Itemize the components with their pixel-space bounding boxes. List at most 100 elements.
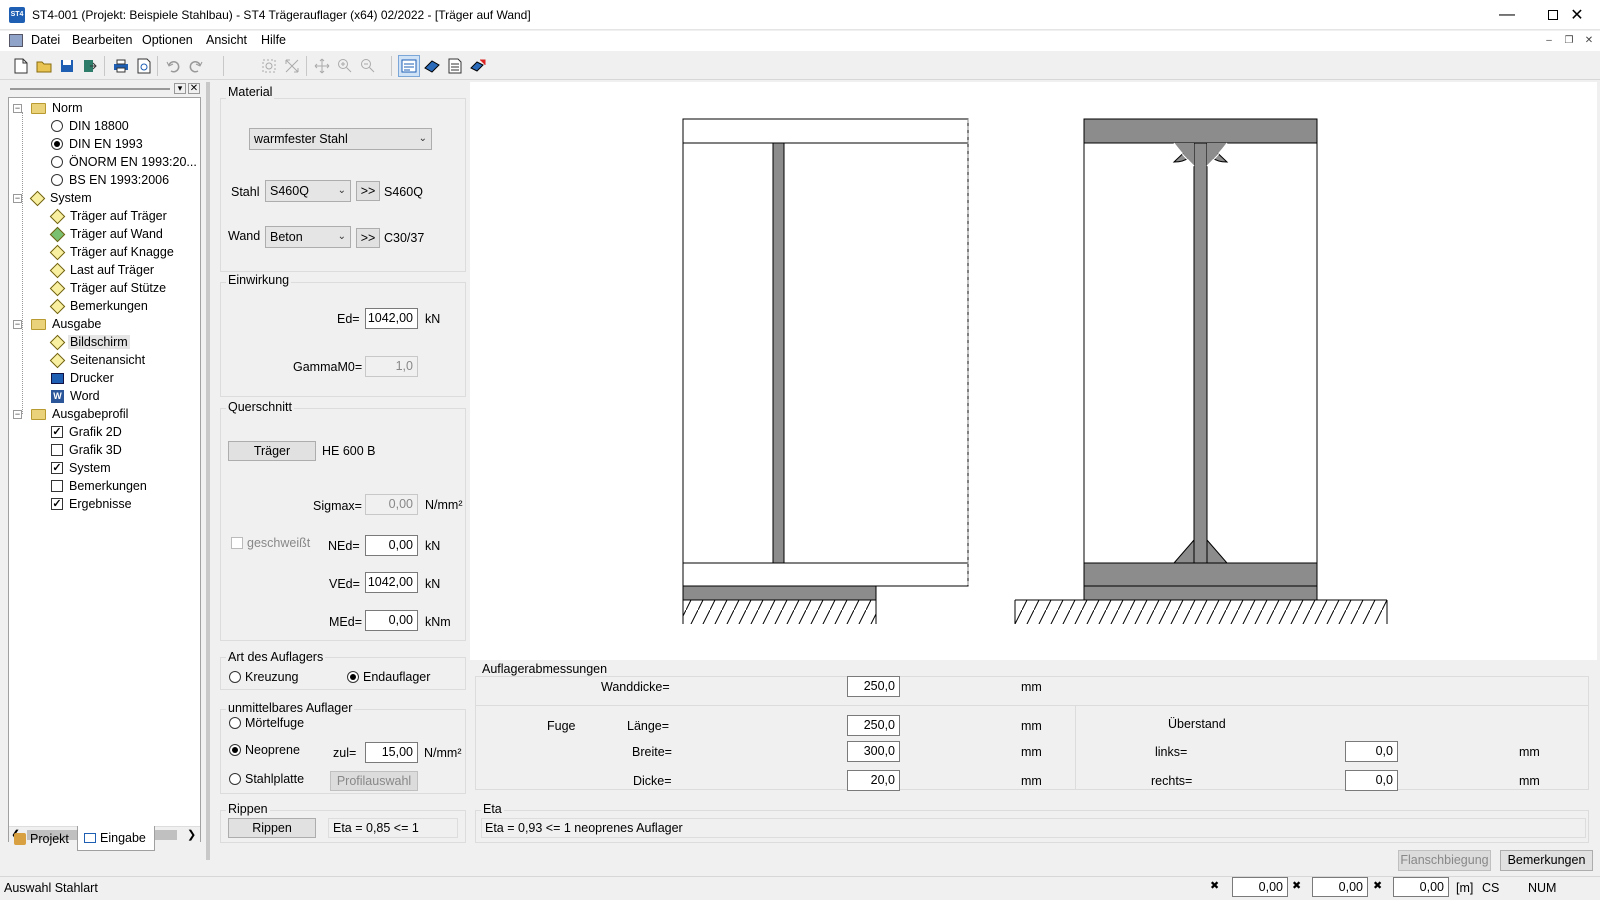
mdi-close-icon[interactable]: ✕ — [1580, 34, 1598, 48]
stahl-select[interactable]: S460Q ⌄ — [265, 180, 351, 202]
tree-item-traeger-auf-knagge[interactable]: Träger auf Knagge — [49, 243, 176, 261]
traeger-button[interactable]: Träger — [228, 441, 316, 461]
graphic-3d-icon[interactable] — [421, 55, 443, 77]
export-icon[interactable] — [79, 55, 101, 77]
sigmax-input[interactable]: 0,00 — [365, 494, 418, 515]
scroll-right-icon[interactable]: ❯ — [187, 828, 196, 841]
checkbox-checked-icon[interactable]: ✓ — [51, 498, 63, 510]
tree-node-ausgabe[interactable]: Ausgabe — [31, 315, 103, 333]
tree-item-traeger-auf-traeger[interactable]: Träger auf Träger — [49, 207, 169, 225]
checkbox-checked-icon[interactable]: ✓ — [51, 462, 63, 474]
print-preview-icon[interactable] — [133, 55, 155, 77]
gamma-input[interactable]: 1,0 — [365, 356, 418, 377]
flanschbiegung-button[interactable]: Flanschbiegung — [1398, 850, 1491, 871]
collapse-icon[interactable]: − — [13, 320, 22, 329]
tree-item-profil-bemerkungen[interactable]: Bemerkungen — [51, 477, 149, 495]
tree-item-din-18800[interactable]: DIN 18800 — [51, 117, 131, 135]
graphic-export-icon[interactable] — [467, 55, 489, 77]
checkbox-icon[interactable] — [51, 444, 63, 456]
tree-item-din-en-1993[interactable]: DIN EN 1993 — [51, 135, 145, 153]
print-icon[interactable] — [110, 55, 132, 77]
pane-grip[interactable] — [10, 88, 170, 90]
tree-item-bs-en[interactable]: BS EN 1993:2006 — [51, 171, 171, 189]
wand-select[interactable]: Beton ⌄ — [265, 226, 351, 248]
mdi-restore-icon[interactable]: ❐ — [1560, 34, 1578, 48]
menu-bearbeiten[interactable]: Bearbeiten — [72, 33, 132, 47]
minimize-icon[interactable]: — — [1484, 0, 1530, 30]
tab-eingabe[interactable]: Eingabe — [77, 826, 155, 851]
ed-input[interactable]: 1042,00 — [365, 308, 418, 329]
pane-close-icon[interactable]: ✕ — [188, 83, 200, 94]
divider — [475, 705, 1589, 706]
save-icon[interactable] — [56, 55, 78, 77]
ned-input[interactable]: 0,00 — [365, 535, 418, 556]
wanddicke-input[interactable]: 250,0 — [847, 676, 900, 697]
tree-item-grafik-2d[interactable]: ✓ Grafik 2D — [51, 423, 124, 441]
collapse-icon[interactable]: − — [13, 194, 22, 203]
links-input[interactable]: 0,0 — [1345, 741, 1398, 762]
tree-item-profil-system[interactable]: ✓ System — [51, 459, 113, 477]
input-mask-icon[interactable] — [398, 55, 420, 77]
zul-label: zul= — [333, 746, 357, 760]
document-icon[interactable] — [444, 55, 466, 77]
checkbox-checked-icon[interactable]: ✓ — [51, 426, 63, 438]
tree-item-grafik-3d[interactable]: Grafik 3D — [51, 441, 124, 459]
zul-input[interactable]: 15,00 — [365, 742, 418, 763]
tree-item-bemerkungen[interactable]: Bemerkungen — [49, 297, 150, 315]
profilauswahl-button[interactable]: Profilauswahl — [330, 771, 418, 791]
tree-node-ausgabeprofil[interactable]: Ausgabeprofil — [31, 405, 130, 423]
breite-input[interactable]: 300,0 — [847, 741, 900, 762]
redo-icon[interactable] — [185, 55, 207, 77]
close-icon[interactable]: ✕ — [1554, 0, 1600, 30]
neoprene-radio[interactable]: Neoprene — [229, 743, 300, 757]
geschweisst-checkbox[interactable]: geschweißt — [231, 536, 310, 550]
rippen-button[interactable]: Rippen — [228, 818, 316, 838]
endauflager-radio[interactable]: Endauflager — [347, 670, 430, 684]
menu-optionen[interactable]: Optionen — [142, 33, 193, 47]
open-folder-icon[interactable] — [33, 55, 55, 77]
tree-item-last-auf-traeger[interactable]: Last auf Träger — [49, 261, 156, 279]
pan-icon[interactable] — [311, 55, 333, 77]
collapse-icon[interactable]: − — [13, 410, 22, 419]
tree-item-traeger-auf-wand[interactable]: Träger auf Wand — [49, 225, 165, 243]
tab-projekt[interactable]: Projekt — [8, 826, 76, 851]
menu-hilfe[interactable]: Hilfe — [261, 33, 286, 47]
stahl-details-button[interactable]: >> — [356, 181, 380, 201]
material-type-select[interactable]: warmfester Stahl ⌄ — [249, 128, 432, 150]
bemerkungen-button[interactable]: Bemerkungen — [1500, 850, 1593, 871]
checkbox-icon[interactable] — [51, 480, 63, 492]
tree-item-seitenansicht[interactable]: Seitenansicht — [49, 351, 147, 369]
ved-label: VEd= — [329, 577, 360, 591]
med-input[interactable]: 0,00 — [365, 610, 418, 631]
tree-node-system[interactable]: System — [29, 189, 94, 207]
stahlplatte-radio[interactable]: Stahlplatte — [229, 772, 304, 786]
zoom-out-icon[interactable] — [357, 55, 379, 77]
tree-item-oenorm[interactable]: ÖNORM EN 1993:20... — [51, 153, 199, 171]
graphic-canvas[interactable] — [470, 82, 1597, 660]
menu-datei[interactable]: Datei — [31, 33, 60, 47]
tree-item-traeger-auf-stuetze[interactable]: Träger auf Stütze — [49, 279, 168, 297]
dicke-input[interactable]: 20,0 — [847, 770, 900, 791]
window-title: ST4-001 (Projekt: Beispiele Stahlbau) - … — [32, 8, 531, 22]
ved-input[interactable]: 1042,00 — [365, 572, 418, 593]
tree-node-norm[interactable]: Norm — [31, 99, 85, 117]
zoom-in-icon[interactable] — [334, 55, 356, 77]
splitter[interactable] — [206, 82, 210, 860]
tree-item-drucker[interactable]: Drucker — [51, 369, 116, 387]
wand-details-button[interactable]: >> — [356, 228, 380, 248]
collapse-icon[interactable]: − — [13, 104, 22, 113]
laenge-input[interactable]: 250,0 — [847, 715, 900, 736]
rechts-input[interactable]: 0,0 — [1345, 770, 1398, 791]
undo-icon[interactable] — [162, 55, 184, 77]
tree-item-word[interactable]: W Word — [51, 387, 102, 405]
zoom-window-icon[interactable] — [258, 55, 280, 77]
menu-ansicht[interactable]: Ansicht — [206, 33, 247, 47]
tree-item-ergebnisse[interactable]: ✓ Ergebnisse — [51, 495, 134, 513]
new-file-icon[interactable] — [10, 55, 32, 77]
zoom-extents-icon[interactable] — [281, 55, 303, 77]
kreuzung-radio[interactable]: Kreuzung — [229, 670, 299, 684]
tree-item-bildschirm[interactable]: Bildschirm — [49, 333, 130, 351]
pane-menu-icon[interactable]: ▾ — [174, 83, 186, 94]
mdi-minimize-icon[interactable]: – — [1540, 34, 1558, 48]
moertelfuge-radio[interactable]: Mörtelfuge — [229, 716, 304, 730]
